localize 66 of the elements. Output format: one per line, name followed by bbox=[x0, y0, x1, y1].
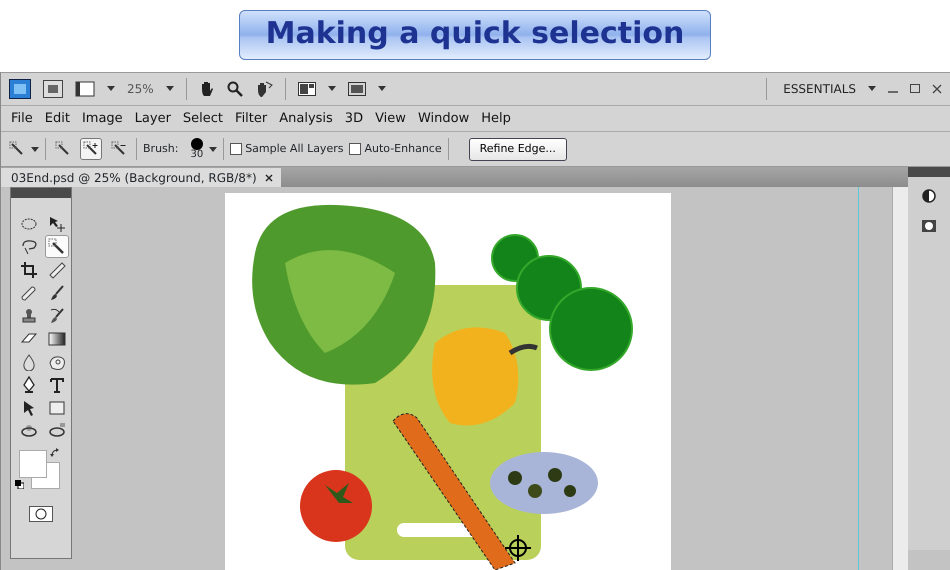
caret-icon[interactable] bbox=[209, 146, 218, 152]
workspace-menu[interactable]: ESSENTIALS bbox=[783, 80, 856, 98]
quick-selection-icon bbox=[111, 141, 127, 158]
quick-selection-icon bbox=[55, 141, 71, 158]
brush-label: Brush: bbox=[143, 141, 178, 158]
maximize-icon[interactable] bbox=[910, 84, 920, 94]
default-colors-icon[interactable] bbox=[15, 480, 24, 490]
checkbox[interactable] bbox=[349, 143, 362, 156]
tool-button[interactable] bbox=[45, 235, 69, 258]
gradient-icon bbox=[48, 330, 66, 348]
quick-mask-button[interactable] bbox=[29, 506, 53, 522]
close-icon[interactable] bbox=[264, 174, 273, 182]
move-icon bbox=[48, 214, 66, 233]
app-logo-icon[interactable] bbox=[9, 78, 31, 99]
screen-mode-icon[interactable] bbox=[348, 82, 366, 96]
menu-item[interactable]: Filter bbox=[229, 108, 274, 128]
document-tab[interactable]: 03End.psd @ 25% (Background, RGB/8*) bbox=[1, 168, 281, 188]
panel-header[interactable] bbox=[908, 167, 950, 178]
menu-item[interactable]: Select bbox=[176, 108, 230, 128]
quick-selection-icon bbox=[83, 141, 99, 158]
panel-header[interactable] bbox=[11, 188, 71, 198]
stamp-icon bbox=[20, 306, 38, 325]
menu-item[interactable]: Image bbox=[76, 108, 129, 128]
caret-icon[interactable] bbox=[107, 86, 115, 92]
mask-icon bbox=[921, 219, 937, 234]
menu-item[interactable]: Layer bbox=[128, 108, 177, 128]
menu-item[interactable]: 3D bbox=[338, 108, 370, 128]
swap-arrows-icon[interactable] bbox=[50, 448, 60, 458]
bridge-logo-icon[interactable] bbox=[43, 80, 63, 98]
checkbox[interactable] bbox=[230, 143, 242, 156]
bandage-icon bbox=[20, 284, 38, 302]
caret-icon[interactable] bbox=[31, 146, 39, 152]
caret-icon[interactable] bbox=[166, 86, 174, 92]
menu-item[interactable]: Edit bbox=[38, 108, 76, 128]
selection-mode-button[interactable] bbox=[80, 138, 102, 160]
brush-size: 30 bbox=[190, 150, 204, 160]
title-banner: Making a quick selection bbox=[239, 10, 711, 60]
checkbox-option[interactable]: Sample All Layers bbox=[230, 141, 344, 158]
brush-tip-icon bbox=[190, 138, 203, 150]
menu-item[interactable]: Window bbox=[412, 108, 476, 128]
menu-item[interactable]: Analysis bbox=[273, 108, 339, 128]
menu-item[interactable]: File bbox=[5, 108, 39, 128]
menu-item[interactable]: View bbox=[369, 108, 412, 128]
crop-icon bbox=[20, 260, 38, 279]
layout-icon[interactable] bbox=[298, 82, 316, 96]
checkbox-option[interactable]: Auto-Enhance bbox=[349, 141, 442, 158]
history-brush-icon bbox=[48, 306, 66, 325]
close-icon[interactable] bbox=[932, 84, 942, 94]
lasso-icon bbox=[20, 238, 38, 256]
circle-icon bbox=[35, 508, 47, 520]
type-icon bbox=[48, 376, 66, 394]
brush-icon bbox=[48, 284, 66, 302]
quick-selection-icon[interactable] bbox=[9, 141, 25, 158]
quick-selection-icon bbox=[48, 238, 66, 256]
ruler-icon bbox=[48, 260, 66, 279]
caret-icon[interactable] bbox=[378, 86, 386, 92]
refine-edge-button[interactable]: Refine Edge... bbox=[468, 138, 567, 161]
caret-icon[interactable] bbox=[868, 86, 876, 92]
brush-picker[interactable]: 30 bbox=[190, 138, 204, 160]
search-icon[interactable] bbox=[226, 80, 243, 97]
color-swatches-drawing[interactable] bbox=[19, 450, 60, 490]
vertical-scrollbar[interactable] bbox=[892, 187, 908, 570]
caret-icon[interactable] bbox=[328, 86, 336, 92]
rectangle-icon bbox=[48, 398, 66, 417]
menu-item[interactable]: Help bbox=[475, 108, 517, 128]
zoom-level[interactable]: 25% bbox=[127, 80, 154, 98]
